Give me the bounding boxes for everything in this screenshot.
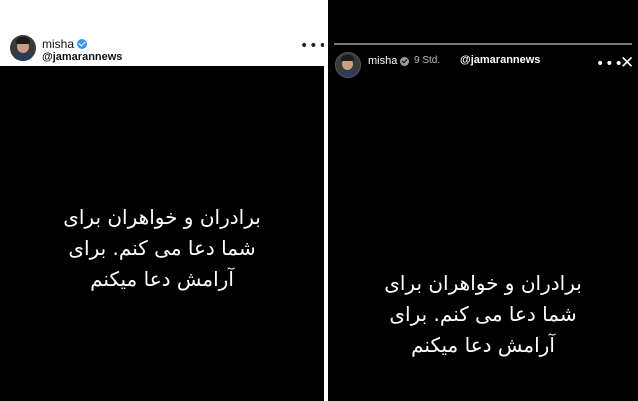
left-story-line: آرامش دعا میکنم: [90, 267, 234, 291]
story-progress-bar: [334, 43, 632, 45]
verified-badge-icon: [400, 57, 409, 66]
left-story-line: شما دعا می کنم. برای: [68, 236, 256, 260]
left-username[interactable]: misha: [42, 37, 74, 51]
left-story-line: برادران و خواهران برای: [63, 205, 261, 229]
left-story-content: برادران و خواهران برای شما دعا می کنم. ب…: [0, 66, 324, 401]
right-story-text: برادران و خواهران برای شما دعا می کنم. ب…: [328, 268, 638, 361]
close-icon[interactable]: ✕: [620, 55, 634, 72]
right-avatar[interactable]: [335, 52, 361, 78]
left-mention-handle[interactable]: @jamarannews: [42, 51, 122, 63]
right-mention-handle[interactable]: @jamarannews: [460, 54, 540, 66]
left-post-panel: misha @jamarannews ••• برادران و خواهران…: [0, 0, 327, 401]
right-story-line: برادران و خواهران برای: [384, 271, 582, 295]
right-username[interactable]: misha: [368, 55, 397, 67]
left-top-strip: [0, 0, 324, 30]
left-story-text: برادران و خواهران برای شما دعا می کنم. ب…: [0, 202, 324, 295]
story-timestamp: 9 Std.: [414, 55, 441, 66]
right-story-panel: misha 9 Std. @jamarannews ••• ✕ برادران …: [328, 0, 638, 401]
right-story-line: شما دعا می کنم. برای: [389, 302, 577, 326]
verified-badge-icon: [77, 39, 87, 49]
left-avatar[interactable]: [10, 35, 36, 61]
right-story-line: آرامش دعا میکنم: [411, 333, 555, 357]
